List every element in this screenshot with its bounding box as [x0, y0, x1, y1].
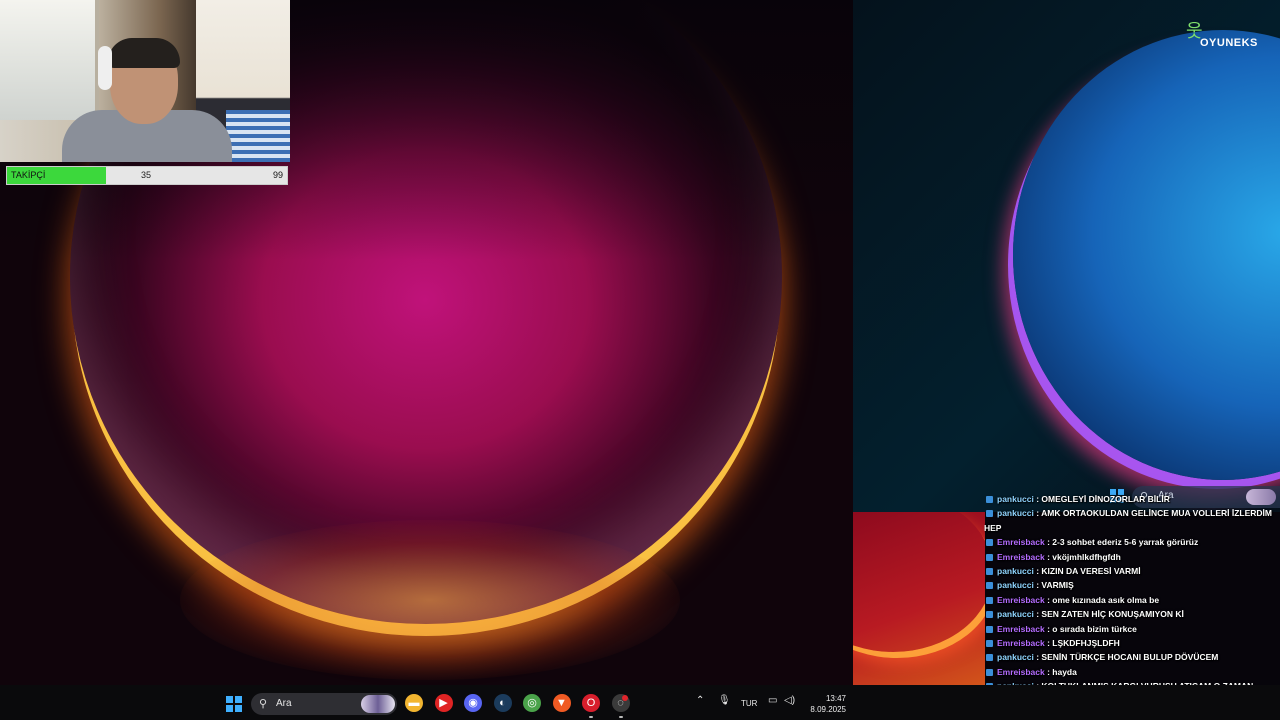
taskbar-search-label: Ara: [276, 698, 292, 709]
platform-icon: [986, 611, 993, 619]
chat-username: Emreisback: [997, 638, 1045, 649]
chat-message: Emreisback : o sırada bizim türkce: [984, 622, 1274, 636]
running-indicator: [618, 716, 623, 718]
wallpaper-arc: [853, 512, 985, 652]
chat-message: Emreisback : hayda: [984, 665, 1274, 679]
chat-message: pankucci : SENİN TÜRKÇE HOCANI BULUP DÖV…: [984, 650, 1274, 664]
chat-text: : o sırada bizim türkce: [1044, 623, 1137, 634]
brave-icon[interactable]: ▼: [552, 694, 571, 712]
chat-message: pankucci : VARMIŞ: [984, 578, 1274, 592]
clock[interactable]: 13:47 8.09.2025: [800, 693, 846, 715]
taskbar-search-box[interactable]: ⚲ Ara: [251, 693, 397, 715]
chat-text: : OMEGLEYİ DİNOZORLAR BİLİR: [1033, 494, 1170, 504]
platform-icon: [986, 496, 993, 503]
chat-username: Emreisback: [997, 594, 1045, 605]
chat-text: : ome kızınada asık olma be: [1044, 594, 1160, 605]
search-icon: ⚲: [259, 698, 268, 710]
chat-message: Emreisback : LŞKDFHJŞLDFH: [984, 636, 1274, 650]
chat-username: pankucci: [997, 609, 1034, 620]
notification-badge: [622, 695, 628, 701]
wallpaper-glow: [180, 520, 680, 680]
webcam-overlay: [0, 0, 290, 162]
chat-username: Emreisback: [997, 537, 1045, 548]
platform-icon: [986, 668, 993, 676]
youtube-icon[interactable]: ▶: [434, 694, 453, 712]
chat-username: pankucci: [997, 652, 1034, 663]
chat-username: pankucci: [997, 566, 1034, 577]
clock-date: 8.09.2025: [810, 705, 846, 714]
platform-icon: [986, 510, 993, 518]
chat-text: : KIZIN DA VERESİ VARMİ: [1033, 566, 1141, 577]
chevron-up-icon[interactable]: ⌃: [696, 695, 704, 706]
chat-message: Emreisback : 2-3 sohbet ederiz 5-6 yarra…: [984, 535, 1274, 549]
streamer: [62, 38, 232, 162]
platform-icon: [986, 625, 993, 633]
chat-message: Emreisback : vköjmhlkdfhgfdh: [984, 550, 1274, 564]
chat-username: Emreisback: [997, 623, 1045, 634]
chrome-icon[interactable]: ◎: [523, 694, 541, 712]
follower-goal-target: 99: [272, 170, 283, 180]
chat-username: Emreisback: [997, 666, 1045, 677]
headset-icon: [98, 46, 112, 90]
brand-logo: 웃 OYUNEKS: [1186, 22, 1266, 52]
clock-time: 13:47: [825, 694, 846, 703]
streamer-hair: [108, 38, 180, 68]
wallpaper-bloom: [1013, 30, 1280, 480]
platform-icon: [986, 640, 993, 648]
chat-text: : SEN ZATEN HİÇ KONUŞAMIYON Kİ: [1033, 609, 1184, 620]
network-icon[interactable]: ▭: [768, 695, 777, 706]
chat-text: : hayda: [1044, 666, 1077, 677]
chat-text: : VARMIŞ: [1033, 580, 1074, 591]
platform-icon: [986, 539, 993, 547]
taskbar: ⚲ Ara ▬ ▶ ◉ ◐ ◎ ▼ O ◌ ⌃ 🎙 TUR ▭ ◁) 13:47 8.09.2…: [0, 685, 1280, 720]
opera-icon[interactable]: O: [582, 694, 600, 712]
follower-goal-bar: TAKİPÇİ 35 99: [6, 166, 288, 185]
platform-icon: [986, 582, 993, 590]
chat-text: : 2-3 sohbet ederiz 5-6 yarrak görürüz: [1044, 537, 1199, 548]
search-highlight-icon: [361, 695, 395, 713]
steam-icon[interactable]: ◐: [493, 694, 512, 712]
chat-username: pankucci: [997, 508, 1034, 519]
chat-message: pankucci : AMK ORTAOKULDAN GELİNCE MUA V…: [984, 506, 1274, 535]
platform-icon: [986, 596, 993, 604]
platform-icon: [986, 553, 993, 561]
discord-icon[interactable]: ◉: [464, 694, 482, 712]
file-explorer-icon[interactable]: ▬: [405, 694, 423, 712]
chat-username: pankucci: [997, 580, 1034, 591]
logo-text: OYUNEKS: [1200, 37, 1258, 49]
wallpaper-patch: [853, 512, 985, 685]
chat-text: : SENİN TÜRKÇE HOCANI BULUP DÖVÜCEM: [1033, 652, 1219, 663]
chat-username: Emreisback: [997, 551, 1045, 562]
start-button[interactable]: [226, 696, 242, 712]
chat-message: pankucci : SEN ZATEN HİÇ KONUŞAMIYON Kİ: [984, 607, 1274, 621]
webcam-bedding: [226, 110, 290, 162]
microphone-icon[interactable]: 🎙: [718, 695, 731, 706]
follower-goal-current: 35: [141, 170, 152, 180]
language-indicator[interactable]: TUR: [741, 699, 757, 708]
chat-username: pankucci: [997, 494, 1034, 504]
chat-text: : LŞKDFHJŞLDFH: [1044, 638, 1120, 649]
platform-icon: [986, 568, 993, 576]
platform-icon: [986, 654, 993, 662]
volume-icon[interactable]: ◁): [784, 695, 795, 706]
chat-message: Emreisback : ome kızınada asık olma be: [984, 593, 1274, 607]
chat-message: pankucci : OMEGLEYİ DİNOZORLAR BİLİR: [984, 492, 1274, 506]
follower-goal-label: TAKİPÇİ: [11, 170, 46, 180]
second-screen-wallpaper: [853, 0, 1280, 512]
chat-message: pankucci : KIZIN DA VERESİ VARMİ: [984, 564, 1274, 578]
chat-text: : vköjmhlkdfhgfdh: [1044, 551, 1121, 562]
running-indicator: [589, 716, 593, 718]
